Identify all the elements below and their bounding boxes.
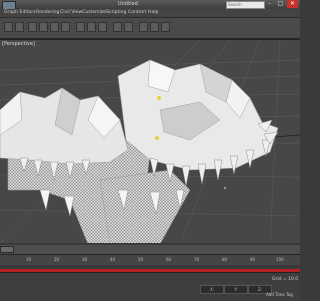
menu-help[interactable]: Help (148, 9, 158, 17)
snap-icon[interactable] (76, 22, 85, 32)
add-time-tag-button[interactable]: Add Time Tag (266, 292, 293, 297)
status-bar: X: Y: Z: Grid = 10.0 Add Time Tag (0, 272, 300, 301)
tick-label: 60 (166, 257, 172, 262)
main-toolbar (0, 18, 300, 39)
coord-y-field[interactable]: Y: (224, 285, 248, 294)
timeline: 10 20 30 40 50 60 70 80 90 100 (0, 243, 300, 269)
mirror-icon[interactable] (113, 22, 122, 32)
tick-label: 70 (194, 257, 200, 262)
title-bar: Untitled Search – □ ✕ (0, 0, 300, 10)
undo-icon[interactable] (4, 22, 13, 32)
tick-label: 100 (276, 257, 284, 262)
material-editor-icon[interactable] (161, 22, 170, 32)
render-icon[interactable] (150, 22, 159, 32)
time-slider[interactable] (0, 246, 14, 253)
menu-civil-view[interactable]: Civil View (60, 9, 82, 17)
menu-customize[interactable]: Customize (82, 9, 106, 17)
tick-label: 40 (110, 257, 116, 262)
angle-snap-icon[interactable] (87, 22, 96, 32)
close-button[interactable]: ✕ (287, 0, 298, 8)
tick-label: 10 (26, 257, 32, 262)
coord-x-field[interactable]: X: (200, 285, 224, 294)
tick-label: 50 (138, 257, 144, 262)
tick-label: 80 (222, 257, 228, 262)
viewport-label[interactable]: [Perspective] (2, 41, 35, 47)
menu-content[interactable]: Content (128, 9, 146, 17)
search-input[interactable]: Search (226, 1, 265, 9)
menu-graph-editors[interactable]: Graph Editors (4, 9, 36, 17)
menu-scripting[interactable]: Scripting (106, 9, 126, 17)
select-icon[interactable] (28, 22, 37, 32)
timeline-ruler[interactable]: 10 20 30 40 50 60 70 80 90 100 (0, 255, 300, 265)
minimize-button[interactable]: – (264, 0, 275, 8)
maximize-button[interactable]: □ (275, 0, 286, 8)
percent-snap-icon[interactable] (98, 22, 107, 32)
menu-bar: Graph Editors Rendering Civil View Custo… (0, 9, 300, 18)
scale-icon[interactable] (61, 22, 70, 32)
menu-rendering[interactable]: Rendering (36, 9, 59, 17)
time-slider-track[interactable] (0, 245, 300, 255)
align-icon[interactable] (124, 22, 133, 32)
rotate-icon[interactable] (50, 22, 59, 32)
perspective-viewport[interactable]: [Perspective] (0, 39, 300, 244)
move-icon[interactable] (39, 22, 48, 32)
creature-model (0, 40, 300, 244)
render-setup-icon[interactable] (139, 22, 148, 32)
grid-readout: Grid = 10.0 (272, 277, 299, 282)
tick-label: 90 (250, 257, 256, 262)
tick-label: 20 (54, 257, 60, 262)
redo-icon[interactable] (15, 22, 24, 32)
window-title: Untitled (118, 1, 138, 7)
tick-label: 30 (82, 257, 88, 262)
